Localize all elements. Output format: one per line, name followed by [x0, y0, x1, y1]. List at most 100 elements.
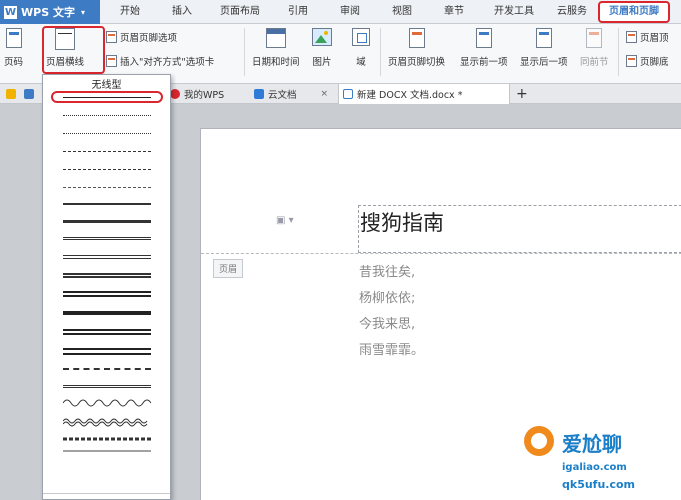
- tab-header-footer[interactable]: 页眉和页脚: [598, 1, 670, 23]
- date-time-button[interactable]: 日期和时间: [252, 28, 300, 68]
- watermark-name: 爱尬聊: [562, 432, 622, 456]
- header-footer-options-label: 页眉页脚选项: [120, 33, 178, 44]
- page-number-button[interactable]: 页码: [4, 28, 23, 68]
- watermark-logo-icon: [524, 426, 554, 456]
- picture-label: 图片: [312, 57, 332, 68]
- header-top-button[interactable]: 页眉顶: [626, 30, 669, 44]
- save-button[interactable]: [20, 84, 42, 104]
- tab-insert[interactable]: 插入: [164, 0, 200, 24]
- folder-icon: [6, 89, 16, 99]
- picture-button[interactable]: 图片: [312, 28, 332, 68]
- line-style-option[interactable]: [63, 115, 151, 116]
- dropdown-footer: [43, 493, 170, 499]
- header-text: 搜狗指南: [360, 211, 444, 235]
- header-top-icon: [626, 31, 637, 43]
- insert-align-tab-label: 插入"对齐方式"选项卡: [120, 57, 215, 68]
- tab-review[interactable]: 审阅: [332, 0, 368, 24]
- header-divider: [201, 253, 681, 254]
- poem-line: 昔我往矣,: [359, 265, 416, 280]
- poem-line: 雨雪霏霏。: [359, 343, 425, 358]
- line-style-option[interactable]: [63, 220, 151, 223]
- line-style-option[interactable]: [63, 273, 151, 278]
- tab-my-wps[interactable]: 我的WPS: [166, 84, 228, 104]
- line-style-option[interactable]: [63, 237, 151, 240]
- header-footer-switch-button[interactable]: 页眉页脚切换: [388, 28, 445, 68]
- align-tab-icon: [106, 55, 117, 67]
- show-previous-icon: [475, 28, 492, 48]
- wavy-line-options[interactable]: [63, 395, 151, 455]
- document-icon: [343, 89, 353, 99]
- new-tab-button[interactable]: +: [512, 84, 532, 104]
- line-style-option[interactable]: [63, 97, 151, 98]
- ribbon-separator: [380, 28, 381, 76]
- show-previous-label: 显示前一项: [460, 57, 508, 68]
- site-watermark-logo: 爱尬聊 igaliao.com qk5ufu.com: [520, 420, 681, 500]
- tab-references[interactable]: 引用: [280, 0, 316, 24]
- poem-line: 杨柳依依;: [359, 291, 416, 306]
- line-style-option[interactable]: [63, 291, 151, 297]
- tab-new-docx[interactable]: 新建 DOCX 文档.docx *: [338, 84, 510, 104]
- cloud-icon: [254, 89, 264, 99]
- line-style-option[interactable]: [63, 385, 151, 388]
- same-as-previous-icon: [586, 28, 603, 48]
- wps-icon: [170, 89, 180, 99]
- line-style-option[interactable]: [63, 169, 151, 170]
- field-label: 域: [356, 57, 366, 68]
- header-line-highlight: [42, 26, 105, 74]
- line-style-option[interactable]: [63, 255, 151, 259]
- line-style-option[interactable]: [63, 203, 151, 205]
- app-name: WPS 文字: [21, 6, 75, 19]
- tab-start[interactable]: 开始: [112, 0, 148, 24]
- footer-bottom-icon: [626, 55, 637, 67]
- show-next-label: 显示后一项: [520, 57, 568, 68]
- no-line-option[interactable]: 无线型: [43, 76, 170, 91]
- close-icon[interactable]: ×: [321, 89, 329, 99]
- same-as-previous-label: 同前节: [580, 57, 609, 68]
- tab-developer[interactable]: 开发工具: [486, 0, 542, 24]
- save-icon: [24, 89, 34, 99]
- insert-align-tab-button[interactable]: 插入"对齐方式"选项卡: [106, 54, 214, 68]
- watermark-domain: igaliao.com: [562, 462, 627, 473]
- ribbon-separator: [618, 28, 619, 76]
- line-style-option[interactable]: [63, 311, 151, 315]
- wps-logo-icon: W: [4, 5, 17, 19]
- tab-cloud-docs-label: 云文档: [268, 90, 297, 101]
- show-next-button[interactable]: 显示后一项: [520, 28, 568, 68]
- field-button[interactable]: 域: [352, 28, 370, 68]
- calendar-icon: [265, 28, 286, 48]
- footer-bottom-button[interactable]: 页脚底: [626, 54, 669, 68]
- ribbon-separator: [244, 28, 245, 76]
- line-style-option[interactable]: [63, 348, 151, 355]
- tab-cloud-docs[interactable]: 云文档 ×: [250, 84, 332, 104]
- page-number-label: 页码: [4, 57, 24, 68]
- app-menu-button[interactable]: W WPS 文字 ▾: [0, 0, 100, 24]
- date-time-label: 日期和时间: [252, 57, 300, 68]
- tab-cloud-service[interactable]: 云服务: [550, 0, 594, 24]
- header-options-icon: [106, 31, 117, 43]
- header-line-dropdown: 无线型: [42, 74, 171, 500]
- header-anchor-icon[interactable]: ▣ ▾: [276, 215, 294, 226]
- line-style-option[interactable]: [63, 133, 151, 134]
- tab-view[interactable]: 视图: [384, 0, 420, 24]
- same-as-previous-button[interactable]: 同前节: [580, 28, 609, 68]
- watermark-domain: qk5ufu.com: [562, 478, 636, 491]
- line-style-option[interactable]: [63, 187, 151, 188]
- show-next-icon: [535, 28, 552, 48]
- tab-my-wps-label: 我的WPS: [184, 90, 225, 101]
- header-footer-options-button[interactable]: 页眉页脚选项: [106, 30, 177, 44]
- field-icon: [352, 28, 370, 46]
- picture-icon: [312, 28, 332, 46]
- menu-bar: W WPS 文字 ▾ 开始 插入 页面布局 引用 审阅 视图 章节 开发工具 云…: [0, 0, 681, 24]
- line-style-option[interactable]: [63, 151, 151, 152]
- poem-line: 今我来思,: [359, 317, 416, 332]
- header-label: 页眉: [213, 259, 244, 278]
- page-number-icon: [5, 28, 22, 48]
- tab-section[interactable]: 章节: [436, 0, 472, 24]
- switch-icon: [408, 28, 425, 48]
- line-style-option[interactable]: [63, 368, 151, 370]
- tab-page-layout[interactable]: 页面布局: [214, 0, 266, 24]
- footer-bottom-label: 页脚底: [640, 57, 669, 68]
- line-style-option[interactable]: [63, 329, 151, 335]
- tab-new-docx-label: 新建 DOCX 文档.docx *: [357, 90, 463, 101]
- show-previous-button[interactable]: 显示前一项: [460, 28, 508, 68]
